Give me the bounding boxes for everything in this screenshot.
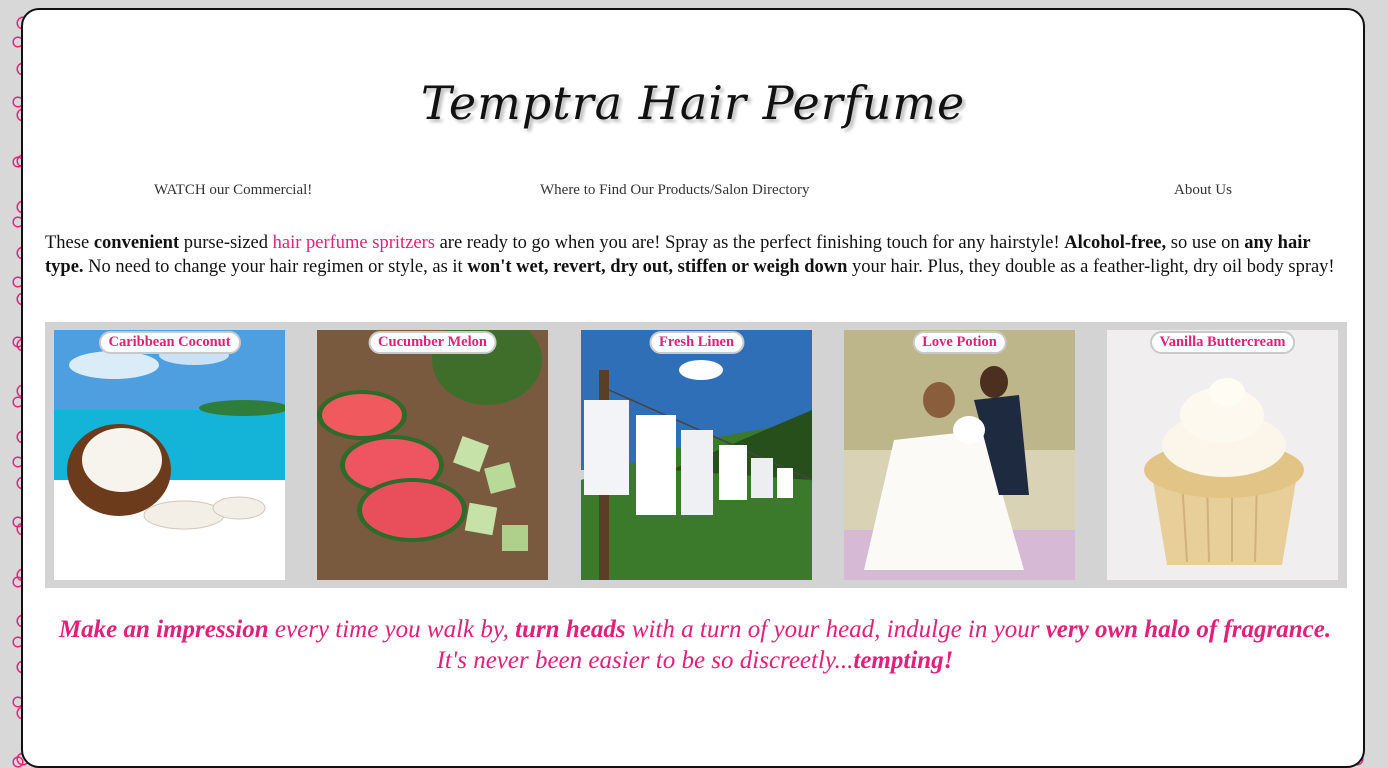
intro-text-1: These (45, 233, 94, 253)
product-label: Vanilla Buttercream (1149, 331, 1296, 354)
intro-text-2: purse-sized (179, 233, 273, 253)
product-tile-cucumber-melon[interactable]: Cucumber Melon (317, 330, 548, 580)
product-label: Caribbean Coconut (98, 331, 241, 354)
intro-paragraph: These convenient purse-sized hair perfum… (45, 231, 1345, 279)
intro-text-6: your hair. Plus, they double as a feathe… (847, 257, 1335, 277)
nav-directory-link[interactable]: Where to Find Our Products/Salon Directo… (540, 182, 810, 198)
linen-image (581, 330, 812, 580)
product-gallery: Caribbean Coconut Cucumber Melon Fresh L… (45, 322, 1347, 588)
tagline-line-1: Make an impression every time you walk b… (45, 614, 1345, 645)
intro-text-3: are ready to go when you are! Spray as t… (434, 233, 1065, 253)
nav-commercial-link[interactable]: WATCH our Commercial! (154, 182, 312, 198)
nav-item-directory[interactable]: Where to Find Our Products/Salon Directo… (540, 182, 810, 199)
tagline-text-1: every time you walk by, (268, 616, 516, 643)
intro-bold-alcohol-free: Alcohol-free, (1064, 233, 1167, 253)
main-card: Temptra Hair Perfume WATCH our Commercia… (21, 8, 1365, 768)
intro-bold-wont-wet: won't wet, revert, dry out, stiffen or w… (467, 257, 848, 277)
tagline-text-2: with a turn of your head, indulge in you… (625, 616, 1046, 643)
coconut-image (54, 330, 285, 580)
tagline-line-2: It's never been easier to be so discreet… (45, 645, 1345, 676)
nav-item-commercial[interactable]: WATCH our Commercial! (154, 182, 312, 199)
product-label: Fresh Linen (648, 331, 745, 354)
tagline-bold-impression: Make an impression (58, 616, 269, 643)
cupcake-image (1107, 330, 1338, 580)
product-label: Love Potion (912, 331, 1007, 354)
product-tile-love-potion[interactable]: Love Potion (844, 330, 1075, 580)
melon-image (317, 330, 548, 580)
hair-perfume-link[interactable]: hair perfume spritzers (273, 233, 435, 253)
tagline-text-3: It's never been easier to be so discreet… (436, 647, 854, 674)
tagline-bold-halo: very own halo of fragrance. (1045, 616, 1332, 643)
product-tile-caribbean-coconut[interactable]: Caribbean Coconut (54, 330, 285, 580)
product-tile-fresh-linen[interactable]: Fresh Linen (581, 330, 812, 580)
site-title: Temptra Hair Perfume (420, 76, 966, 130)
product-tile-vanilla-buttercream[interactable]: Vanilla Buttercream (1107, 330, 1338, 580)
tagline-bold-tempting: tempting! (853, 647, 954, 674)
nav-about-link[interactable]: About Us (1174, 182, 1232, 198)
product-label: Cucumber Melon (368, 331, 497, 354)
intro-bold-convenient: convenient (93, 233, 180, 253)
intro-text-4: so use on (1166, 233, 1245, 253)
love-potion-image (844, 330, 1075, 580)
tagline-bold-turn-heads: turn heads (515, 616, 626, 643)
tagline: Make an impression every time you walk b… (45, 614, 1345, 676)
intro-text-5: No need to change your hair regimen or s… (83, 257, 468, 277)
nav-item-about[interactable]: About Us (1174, 182, 1232, 199)
